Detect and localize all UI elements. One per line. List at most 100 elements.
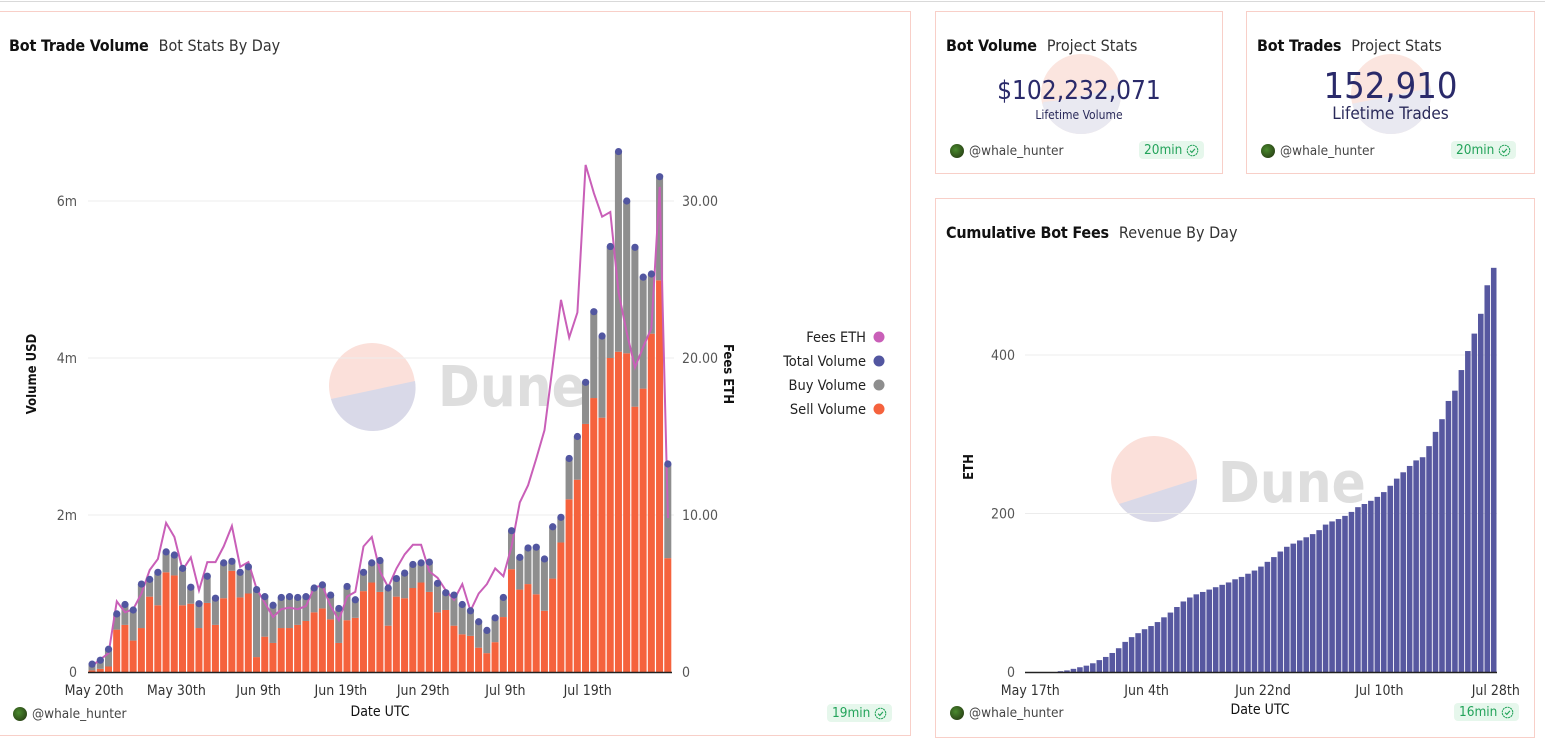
buy-volume-bar[interactable] — [401, 573, 409, 599]
sell-volume-bar[interactable] — [573, 479, 581, 672]
total-volume-point[interactable] — [146, 575, 154, 583]
total-volume-point[interactable] — [343, 582, 351, 591]
total-volume-point[interactable] — [491, 614, 499, 622]
sell-volume-bar[interactable] — [384, 625, 392, 672]
total-volume-point[interactable] — [368, 559, 376, 567]
total-volume-point[interactable] — [302, 593, 310, 601]
buy-volume-bar[interactable] — [549, 526, 557, 579]
sell-volume-bar[interactable] — [244, 593, 252, 673]
buy-volume-bar[interactable] — [631, 247, 639, 407]
sell-volume-bar[interactable] — [269, 642, 277, 672]
sell-volume-bar[interactable] — [170, 575, 178, 672]
buy-volume-bar[interactable] — [178, 568, 187, 606]
total-volume-point[interactable] — [433, 579, 442, 587]
card-title-text[interactable]: Bot Volume — [946, 36, 1037, 55]
total-volume-point[interactable] — [392, 574, 401, 583]
total-volume-point[interactable] — [113, 610, 121, 618]
sell-volume-bar[interactable] — [598, 417, 606, 672]
sell-volume-bar[interactable] — [277, 628, 285, 672]
sell-volume-bar[interactable] — [524, 584, 532, 672]
total-volume-point[interactable] — [104, 645, 113, 653]
total-volume-point[interactable] — [162, 548, 170, 556]
buy-volume-bar[interactable] — [253, 589, 261, 658]
sell-volume-bar[interactable] — [450, 625, 458, 672]
total-volume-point[interactable] — [129, 606, 137, 614]
sell-volume-bar[interactable] — [516, 589, 524, 672]
sell-volume-bar[interactable] — [154, 605, 162, 672]
refresh-badge[interactable]: 20min — [1451, 141, 1517, 159]
sell-volume-bar[interactable] — [458, 634, 466, 672]
buy-volume-bar[interactable] — [524, 547, 532, 585]
refresh-badge[interactable]: 20min — [1139, 141, 1205, 159]
total-volume-point[interactable] — [417, 559, 425, 567]
total-volume-point[interactable] — [359, 568, 368, 576]
sell-volume-bar[interactable] — [203, 602, 211, 672]
total-volume-point[interactable] — [154, 568, 162, 576]
sell-volume-bar[interactable] — [351, 617, 359, 672]
buy-volume-bar[interactable] — [614, 151, 622, 352]
sell-volume-bar[interactable] — [631, 406, 639, 672]
sell-volume-bar[interactable] — [236, 597, 244, 672]
sell-volume-bar[interactable] — [146, 596, 154, 672]
sell-volume-bar[interactable] — [507, 569, 516, 672]
total-volume-point[interactable] — [203, 572, 211, 580]
total-volume-point[interactable] — [614, 147, 623, 156]
buy-volume-bar[interactable] — [573, 436, 581, 480]
sell-volume-bar[interactable] — [261, 636, 269, 672]
sell-volume-bar[interactable] — [318, 608, 326, 672]
total-volume-point[interactable] — [532, 543, 540, 551]
sell-volume-bar[interactable] — [433, 612, 441, 672]
total-volume-point[interactable] — [327, 591, 335, 599]
sell-volume-bar[interactable] — [417, 582, 425, 672]
total-volume-point[interactable] — [639, 273, 647, 281]
sell-volume-bar[interactable] — [285, 628, 293, 672]
sell-volume-bar[interactable] — [475, 647, 483, 672]
buy-volume-bar[interactable] — [236, 572, 244, 598]
buy-volume-bar[interactable] — [425, 562, 433, 592]
sell-volume-bar[interactable] — [557, 542, 565, 672]
sell-volume-bar[interactable] — [425, 591, 433, 672]
sell-volume-bar[interactable] — [121, 624, 129, 672]
total-volume-point[interactable] — [450, 591, 458, 599]
sell-volume-bar[interactable] — [409, 588, 417, 672]
total-volume-point[interactable] — [590, 308, 598, 316]
sell-volume-bar[interactable] — [129, 640, 137, 672]
sell-volume-bar[interactable] — [532, 594, 540, 672]
buy-volume-bar[interactable] — [220, 562, 228, 599]
sell-volume-bar[interactable] — [211, 624, 219, 672]
sell-volume-bar[interactable] — [401, 598, 409, 672]
buy-volume-bar[interactable] — [475, 621, 483, 648]
sell-volume-bar[interactable] — [540, 610, 548, 672]
total-volume-point[interactable] — [228, 557, 236, 565]
sell-volume-bar[interactable] — [392, 596, 400, 672]
buy-volume-bar[interactable] — [466, 610, 474, 636]
sell-volume-bar[interactable] — [565, 499, 573, 672]
sell-volume-bar[interactable] — [359, 591, 367, 672]
buy-volume-bar[interactable] — [458, 604, 466, 635]
total-volume-point[interactable] — [442, 589, 450, 597]
total-volume-point[interactable] — [277, 593, 285, 602]
total-volume-point[interactable] — [211, 594, 220, 602]
total-volume-point[interactable] — [195, 600, 203, 608]
total-volume-point[interactable] — [96, 656, 104, 664]
sell-volume-bar[interactable] — [664, 558, 672, 672]
total-volume-point[interactable] — [656, 173, 664, 181]
sell-volume-bar[interactable] — [368, 582, 376, 672]
sell-volume-bar[interactable] — [187, 603, 195, 672]
buy-volume-bar[interactable] — [606, 246, 614, 358]
buy-volume-bar[interactable] — [211, 598, 219, 625]
total-volume-point[interactable] — [425, 558, 433, 566]
card-title-text[interactable]: Bot Trades — [1257, 36, 1341, 55]
legend-item[interactable]: Fees ETH — [806, 330, 885, 346]
total-volume-point[interactable] — [508, 527, 516, 535]
sell-volume-bar[interactable] — [483, 653, 491, 672]
sell-volume-bar[interactable] — [302, 620, 310, 672]
total-volume-point[interactable] — [244, 563, 252, 571]
total-volume-point[interactable] — [294, 593, 302, 602]
sell-volume-bar[interactable] — [549, 578, 557, 672]
sell-volume-bar[interactable] — [178, 605, 187, 672]
buy-volume-bar[interactable] — [137, 584, 145, 629]
total-volume-point[interactable] — [623, 197, 631, 205]
total-volume-point[interactable] — [458, 600, 466, 609]
total-volume-point[interactable] — [499, 593, 507, 602]
